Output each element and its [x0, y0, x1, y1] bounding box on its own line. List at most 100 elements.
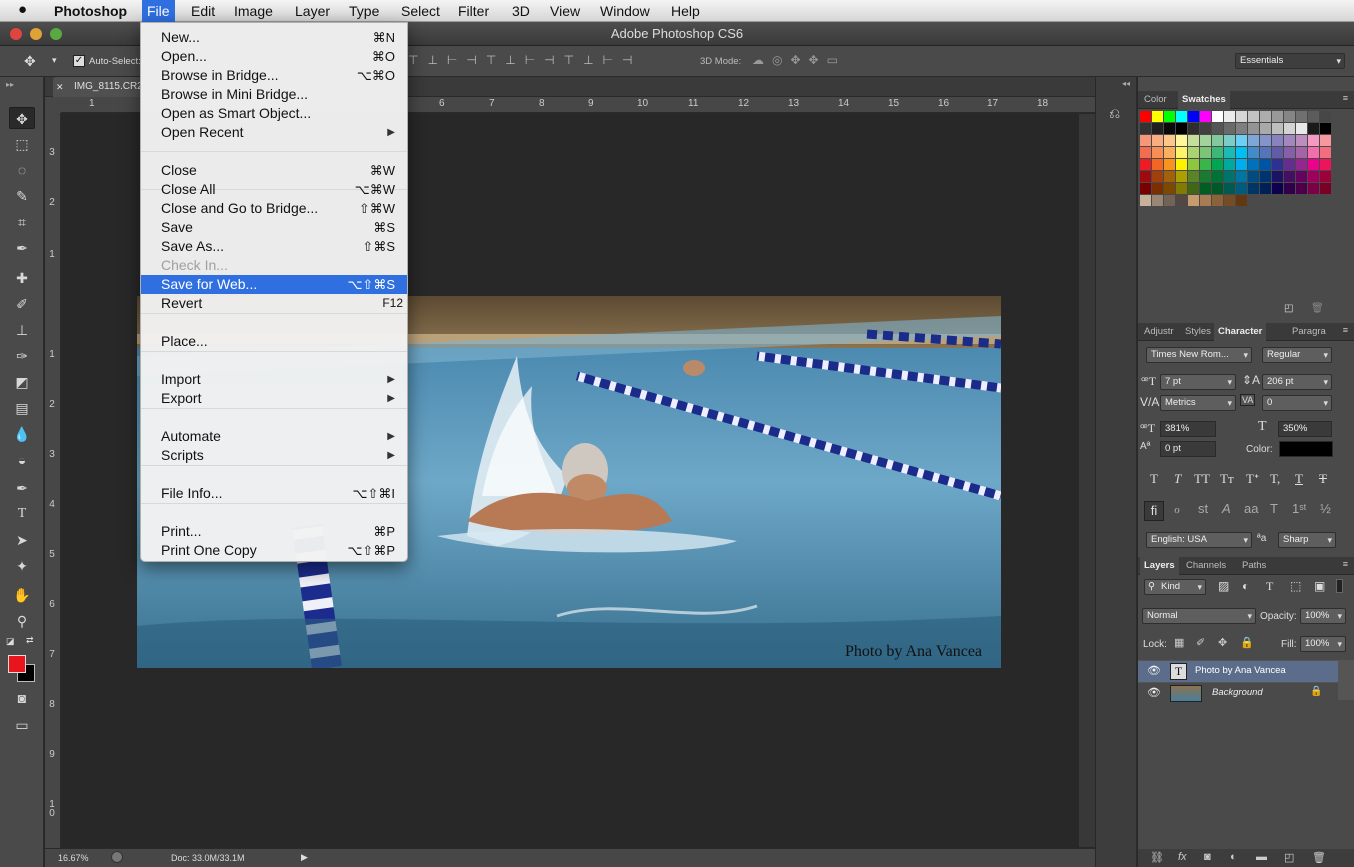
color-swatch[interactable]: [1152, 147, 1163, 158]
color-swatch[interactable]: [1200, 111, 1211, 122]
ruler-origin[interactable]: [45, 97, 61, 113]
smart-object-filter-icon[interactable]: ▣: [1314, 579, 1325, 593]
blur-tool-icon[interactable]: 💧: [9, 423, 35, 445]
color-swatch[interactable]: [1152, 123, 1163, 134]
color-swatch[interactable]: [1320, 123, 1331, 134]
color-swatch[interactable]: [1236, 159, 1247, 170]
menu-item-save[interactable]: Save ⌘S: [141, 218, 407, 237]
marquee-tool-icon[interactable]: ⬚: [9, 133, 35, 155]
color-swatch[interactable]: [1164, 183, 1175, 194]
color-swatch[interactable]: [1308, 111, 1319, 122]
menu-item-new[interactable]: New... ⌘N: [141, 28, 407, 47]
color-swatch[interactable]: [1320, 183, 1331, 194]
color-swatch[interactable]: [1164, 111, 1175, 122]
color-swatch[interactable]: [1224, 183, 1235, 194]
color-swatch[interactable]: [1260, 111, 1271, 122]
toolbox-collapse-icon[interactable]: ▸▸: [6, 80, 14, 89]
color-swatch[interactable]: [1188, 171, 1199, 182]
color-swatch[interactable]: [1212, 135, 1223, 146]
color-swatch[interactable]: [1308, 183, 1319, 194]
layer-row[interactable]: 👁 T Photo by Ana Vancea: [1138, 661, 1338, 682]
close-window-icon[interactable]: [10, 28, 22, 40]
faux-bold-icon[interactable]: T: [1150, 471, 1158, 487]
color-swatch[interactable]: [1188, 147, 1199, 158]
color-swatch[interactable]: [1248, 159, 1259, 170]
status-info-icon[interactable]: [111, 851, 123, 863]
baseline-shift-field[interactable]: 0 pt: [1160, 441, 1216, 457]
color-swatch[interactable]: [1284, 171, 1295, 182]
menu-file[interactable]: File: [142, 0, 175, 22]
color-swatch[interactable]: [1296, 183, 1307, 194]
crop-tool-icon[interactable]: ⌗: [9, 211, 35, 233]
color-swatch[interactable]: [1164, 147, 1175, 158]
color-swatch[interactable]: [1164, 135, 1175, 146]
foreground-color-swatch[interactable]: [8, 655, 26, 673]
menu-item-browse-in-bridge[interactable]: Browse in Bridge... ⌥⌘O: [141, 66, 407, 85]
filter-toggle-icon[interactable]: [1336, 579, 1343, 593]
menu-item-import[interactable]: Import ▶: [141, 370, 407, 389]
color-swatch[interactable]: [1212, 147, 1223, 158]
visibility-eye-icon[interactable]: 👁: [1147, 664, 1161, 677]
color-swatch[interactable]: [1176, 147, 1187, 158]
menu-item-browse-in-mini-bridge[interactable]: Browse in Mini Bridge...: [141, 85, 407, 104]
color-swatch[interactable]: [1284, 147, 1295, 158]
menu-filter[interactable]: Filter: [458, 2, 489, 21]
healing-brush-tool-icon[interactable]: ✚: [9, 267, 35, 289]
color-swatch[interactable]: [1308, 123, 1319, 134]
panel-menu-icon[interactable]: ≡: [1343, 559, 1348, 569]
color-swatch[interactable]: [1260, 123, 1271, 134]
color-swatch[interactable]: [1296, 123, 1307, 134]
color-swatch[interactable]: [1188, 159, 1199, 170]
color-swatch[interactable]: [1248, 135, 1259, 146]
color-swatch[interactable]: [1164, 171, 1175, 182]
apple-menu-icon[interactable]: ●: [18, 1, 27, 20]
menu-view[interactable]: View: [550, 2, 580, 21]
color-swatch[interactable]: [1272, 123, 1283, 134]
menu-3d[interactable]: 3D: [512, 2, 530, 21]
gradient-tool-icon[interactable]: ▤: [9, 397, 35, 419]
color-swatch[interactable]: [1200, 135, 1211, 146]
color-swatch[interactable]: [1320, 171, 1331, 182]
auto-select-checkbox[interactable]: ✓: [73, 55, 85, 67]
color-swatch[interactable]: [1320, 135, 1331, 146]
add-mask-icon[interactable]: ◙: [1204, 851, 1211, 863]
menu-photoshop[interactable]: Photoshop: [54, 2, 127, 21]
tab-character[interactable]: Character: [1214, 323, 1267, 341]
color-swatch[interactable]: [1152, 183, 1163, 194]
menu-item-open-recent[interactable]: Open Recent ▶: [141, 123, 407, 142]
color-swatch[interactable]: [1236, 171, 1247, 182]
color-swatch[interactable]: [1224, 195, 1235, 206]
menu-item-save-as[interactable]: Save As... ⇧⌘S: [141, 237, 407, 256]
color-swatch[interactable]: [1224, 147, 1235, 158]
tracking-field[interactable]: 0: [1262, 395, 1332, 411]
color-swatch[interactable]: [1140, 135, 1151, 146]
menu-item-print-one-copy[interactable]: Print One Copy ⌥⇧⌘P: [141, 541, 407, 560]
eyedropper-tool-icon[interactable]: ✒: [9, 237, 35, 259]
menu-item-close-and-go-to-bridge[interactable]: Close and Go to Bridge... ⇧⌘W: [141, 199, 407, 218]
color-swatch[interactable]: [1272, 183, 1283, 194]
color-swatch[interactable]: [1296, 171, 1307, 182]
hand-tool-icon[interactable]: ✋: [9, 584, 35, 606]
color-swatch[interactable]: [1176, 171, 1187, 182]
menu-item-automate[interactable]: Automate ▶: [141, 427, 407, 446]
menu-item-print[interactable]: Print... ⌘P: [141, 522, 407, 541]
zoom-tool-icon[interactable]: ⚲: [9, 610, 35, 632]
old-style-icon[interactable]: ℴ: [1174, 501, 1180, 517]
color-swatch[interactable]: [1176, 111, 1187, 122]
color-swatch[interactable]: [1200, 195, 1211, 206]
color-swatch[interactable]: [1164, 195, 1175, 206]
zoom-window-icon[interactable]: [50, 28, 62, 40]
menu-item-file-info[interactable]: File Info... ⌥⇧⌘I: [141, 484, 407, 503]
swap-colors-icon[interactable]: ⇄: [26, 635, 34, 646]
horizontal-scale-field[interactable]: 350%: [1278, 421, 1332, 437]
leading-field[interactable]: 206 pt: [1262, 374, 1332, 390]
superscript-icon[interactable]: Tᐩ: [1246, 471, 1259, 487]
layer-style-icon[interactable]: fx: [1178, 851, 1187, 863]
color-swatch[interactable]: [1200, 183, 1211, 194]
path-selection-tool-icon[interactable]: ➤: [9, 529, 35, 551]
color-swatch[interactable]: [1224, 135, 1235, 146]
menu-item-place[interactable]: Place...: [141, 332, 407, 351]
screen-mode-icon[interactable]: ▭: [9, 714, 35, 736]
color-swatch[interactable]: [1308, 135, 1319, 146]
color-swatch[interactable]: [1284, 111, 1295, 122]
